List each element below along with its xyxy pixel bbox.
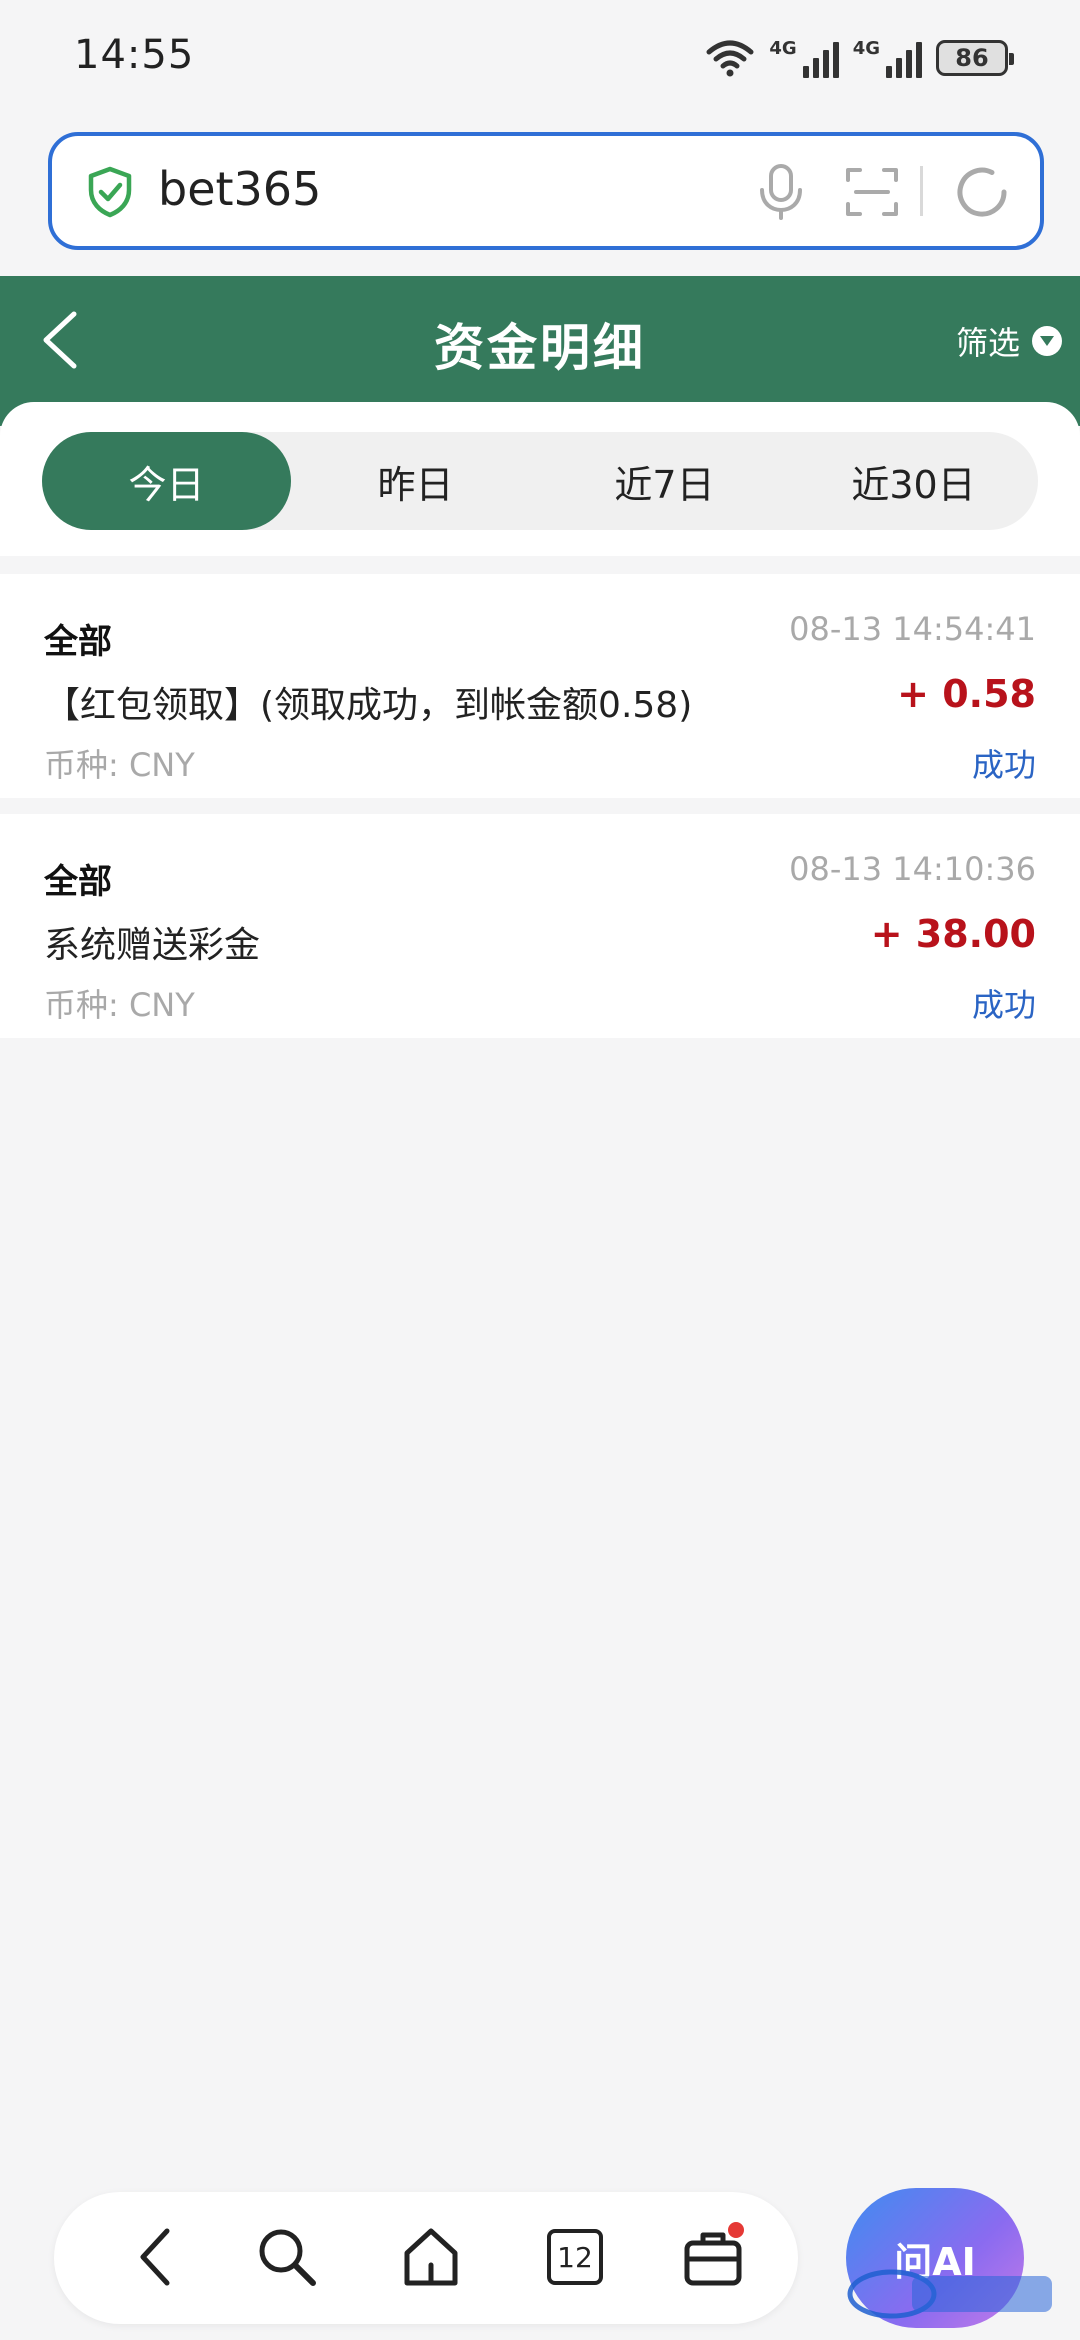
record-status: 成功 [971, 746, 1036, 784]
cellular-signal-2: 4G [853, 38, 922, 78]
shield-check-icon [88, 166, 132, 218]
record-description: 【红包领取】(领取成功，到帐金额0.58) [44, 685, 693, 726]
tab-today[interactable]: 今日 [42, 432, 291, 530]
tabs-icon[interactable]: 12 [540, 2222, 610, 2292]
signal-bar [916, 42, 922, 78]
cellular-signal-1: 4G [769, 38, 839, 78]
signal-bar [832, 42, 839, 78]
record-amount: + 38.00 [870, 912, 1036, 956]
record-amount: + 0.58 [897, 672, 1036, 716]
reload-icon[interactable] [952, 162, 1012, 222]
record-currency: 币种: CNY [44, 746, 195, 784]
transaction-record[interactable]: 全部 08-13 14:54:41 【红包领取】(领取成功，到帐金额0.58) … [0, 574, 1080, 798]
dropdown-icon [1032, 326, 1062, 356]
nav-pill: 12 [54, 2192, 798, 2324]
signal-bar [896, 58, 902, 78]
back-icon[interactable] [120, 2222, 190, 2292]
address-divider [920, 166, 923, 216]
status-icons: 4G 4G 86 [705, 36, 1014, 80]
tab-count: 12 [547, 2229, 603, 2285]
network-type-1: 4G [769, 38, 797, 59]
network-type-2: 4G [852, 38, 880, 59]
scan-icon[interactable] [844, 164, 900, 220]
mic-icon[interactable] [752, 162, 810, 222]
notification-dot [728, 2222, 744, 2238]
record-description: 系统赠送彩金 [44, 925, 261, 966]
record-currency: 币种: CNY [44, 986, 195, 1024]
tab-last-7-days[interactable]: 近7日 [540, 432, 789, 530]
signal-bar [812, 58, 819, 78]
record-time: 08-13 14:54:41 [789, 610, 1036, 648]
home-icon[interactable] [396, 2222, 466, 2292]
date-range-tabs: 今日 昨日 近7日 近30日 [42, 432, 1038, 530]
signal-bar [822, 50, 829, 78]
wifi-icon [706, 40, 754, 77]
tabs-card: 今日 昨日 近7日 近30日 [0, 402, 1080, 556]
record-category: 全部 [44, 862, 112, 902]
page-title: 资金明细 [434, 319, 646, 377]
toolbox-icon[interactable] [678, 2222, 748, 2292]
record-category: 全部 [44, 622, 112, 662]
signal-bar [886, 66, 892, 78]
tab-yesterday[interactable]: 昨日 [291, 432, 540, 530]
watermark-logo-icon [847, 2269, 1052, 2319]
record-status: 成功 [971, 986, 1036, 1024]
bottom-navigation: 12 问AI [0, 2172, 1080, 2340]
url-text[interactable]: bet365 [158, 162, 321, 216]
filter-button[interactable]: 筛选 [956, 318, 1062, 364]
battery-icon: 86 [936, 40, 1014, 76]
filter-label: 筛选 [955, 324, 1020, 362]
search-icon[interactable] [252, 2222, 322, 2292]
record-time: 08-13 14:10:36 [789, 850, 1036, 888]
address-bar[interactable]: bet365 [48, 132, 1044, 250]
signal-bar [802, 66, 809, 78]
signal-bar [906, 50, 912, 78]
transaction-record[interactable]: 全部 08-13 14:10:36 系统赠送彩金 + 38.00 币种: CNY… [0, 814, 1080, 1038]
status-bar: 14:55 4G 4G 86 [0, 0, 1080, 120]
status-time: 14:55 [74, 32, 195, 78]
tab-last-30-days[interactable]: 近30日 [789, 432, 1038, 530]
